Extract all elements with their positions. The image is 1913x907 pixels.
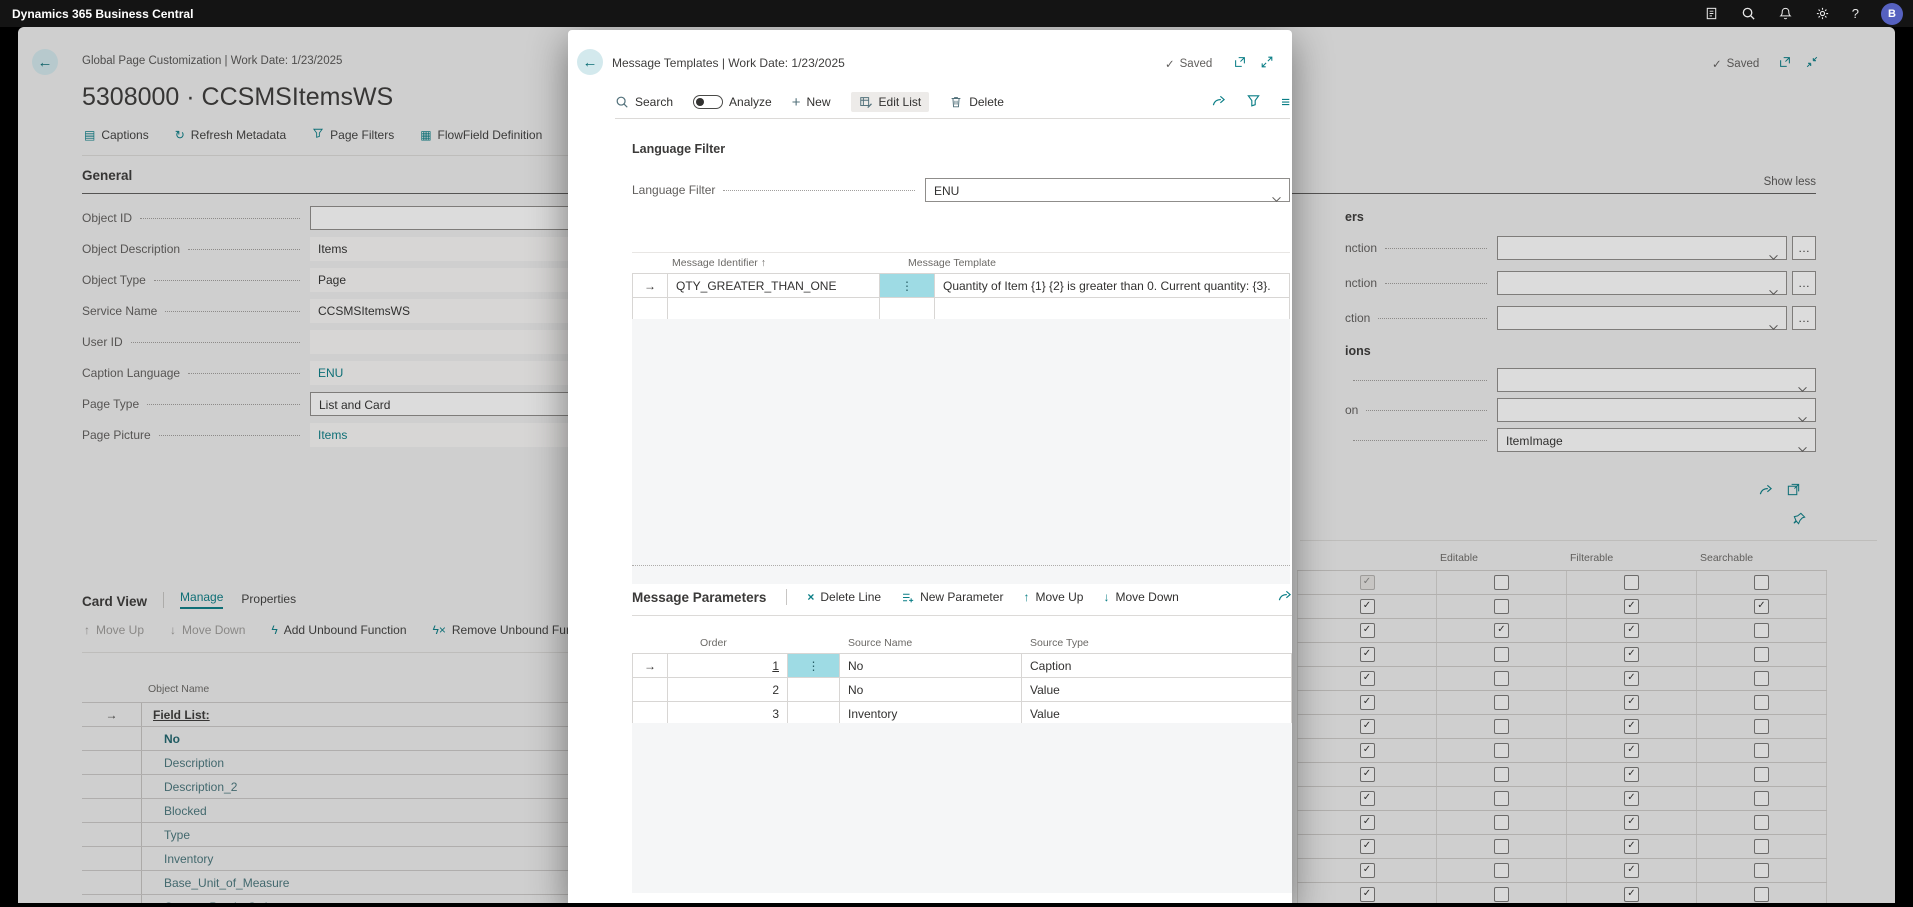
- delete-line-button[interactable]: ×Delete Line: [807, 590, 881, 604]
- list-menu-icon[interactable]: ≡: [1281, 94, 1290, 111]
- message-template-cell[interactable]: [935, 298, 1290, 321]
- notifications-icon[interactable]: [1778, 6, 1793, 21]
- order-cell[interactable]: 1: [668, 654, 788, 677]
- divider: [615, 118, 1290, 119]
- source-name-cell[interactable]: Inventory: [840, 702, 1022, 725]
- arrow-down-icon: ↓: [1103, 590, 1109, 604]
- chevron-down-icon: [1271, 187, 1282, 211]
- source-type-column-header[interactable]: Source Type: [1030, 637, 1089, 649]
- search-icon[interactable]: [1741, 6, 1756, 21]
- delete-line-icon: ×: [807, 590, 814, 604]
- empty-grid-area: [632, 723, 1292, 893]
- divider: [632, 252, 1290, 253]
- screen: Dynamics 365 Business Central ? B ← Glob…: [0, 0, 1913, 907]
- language-filter-section: Language Filter: [632, 142, 725, 156]
- source-name-column-header[interactable]: Source Name: [848, 637, 912, 649]
- message-identifier-column-header[interactable]: Message Identifier ↑: [672, 257, 766, 269]
- row-menu-cell[interactable]: ⋮: [788, 654, 840, 677]
- app-top-bar: Dynamics 365 Business Central ? B: [0, 0, 1913, 27]
- row-menu-cell[interactable]: [880, 298, 935, 321]
- row-menu-cell[interactable]: [788, 678, 840, 701]
- message-template-cell[interactable]: Quantity of Item {1} {2} is greater than…: [935, 274, 1290, 297]
- message-templates-dialog: ← Message Templates | Work Date: 1/23/20…: [568, 30, 1292, 907]
- order-cell[interactable]: 2: [668, 678, 788, 701]
- message-identifier-cell[interactable]: [668, 298, 880, 321]
- share-icon[interactable]: [1277, 588, 1292, 606]
- message-template-column-header[interactable]: Message Template: [908, 257, 996, 269]
- new-parameter-button[interactable]: New Parameter: [901, 590, 1003, 604]
- source-type-cell[interactable]: Caption: [1022, 654, 1292, 677]
- edit-list-button[interactable]: Edit List: [851, 92, 930, 112]
- language-filter-dropdown[interactable]: ENU: [925, 178, 1290, 202]
- frame-edge: [1895, 27, 1913, 907]
- trash-icon: [949, 95, 963, 109]
- share-icon[interactable]: [1211, 93, 1226, 111]
- filter-icon[interactable]: [1246, 93, 1261, 111]
- analyze-toggle[interactable]: Analyze: [693, 95, 772, 109]
- dialog-title: Message Templates | Work Date: 1/23/2025: [612, 56, 845, 70]
- avatar[interactable]: B: [1881, 3, 1903, 25]
- expand-icon[interactable]: [1260, 55, 1274, 72]
- divider: [786, 589, 787, 605]
- fasttab-separator[interactable]: [632, 565, 1290, 566]
- check-icon: ✓: [1165, 57, 1175, 71]
- source-name-cell[interactable]: No: [840, 654, 1022, 677]
- settings-gear-icon[interactable]: [1815, 6, 1830, 21]
- plus-icon: +: [792, 94, 801, 111]
- param-move-down-button[interactable]: ↓Move Down: [1103, 590, 1178, 604]
- table-row[interactable]: 2 No Value: [632, 678, 1292, 702]
- param-move-up-button[interactable]: ↑Move Up: [1023, 590, 1083, 604]
- search-button[interactable]: Search: [615, 95, 673, 109]
- frame-edge: [0, 903, 1913, 907]
- help-icon[interactable]: ?: [1852, 6, 1859, 21]
- frame-edge: [0, 27, 18, 907]
- toggle-switch-icon: [693, 95, 723, 109]
- row-indicator-icon: →: [644, 659, 656, 673]
- kebab-menu-icon: ⋮: [901, 279, 913, 293]
- delete-button[interactable]: Delete: [949, 95, 1004, 109]
- kebab-menu-icon: ⋮: [808, 659, 820, 673]
- source-name-cell[interactable]: No: [840, 678, 1022, 701]
- table-row[interactable]: → 1 ⋮ No Caption: [632, 653, 1292, 678]
- topbar-icons: ? B: [1704, 3, 1903, 25]
- language-filter-field: Language Filter ENU: [632, 178, 1290, 202]
- order-cell[interactable]: 3: [668, 702, 788, 725]
- row-menu-cell[interactable]: [788, 702, 840, 725]
- message-identifier-cell[interactable]: QTY_GREATER_THAN_ONE: [668, 274, 880, 297]
- feedback-icon[interactable]: [1704, 6, 1719, 21]
- message-parameters-heading[interactable]: Message Parameters: [632, 590, 766, 605]
- edit-list-icon: [859, 95, 873, 109]
- divider: [632, 615, 1292, 616]
- dialog-toolbar: Search Analyze +New Edit List Delete ≡: [615, 92, 1290, 112]
- dialog-saved-indicator: ✓Saved: [1165, 55, 1274, 72]
- message-parameters-table: → 1 ⋮ No Caption 2 No Value 3 Inventory …: [632, 653, 1292, 726]
- order-column-header[interactable]: Order: [700, 637, 727, 649]
- app-title: Dynamics 365 Business Central: [12, 7, 193, 21]
- message-templates-table: → QTY_GREATER_THAN_ONE ⋮ Quantity of Ite…: [632, 273, 1290, 322]
- source-type-cell[interactable]: Value: [1022, 702, 1292, 725]
- empty-grid-area: [632, 319, 1290, 584]
- message-parameters-toolbar: Message Parameters ×Delete Line New Para…: [632, 588, 1292, 606]
- search-icon: [615, 95, 629, 109]
- row-menu-cell[interactable]: ⋮: [880, 274, 935, 297]
- popout-icon[interactable]: [1233, 55, 1247, 72]
- table-row[interactable]: → QTY_GREATER_THAN_ONE ⋮ Quantity of Ite…: [632, 273, 1290, 298]
- new-button[interactable]: +New: [792, 94, 831, 111]
- arrow-up-icon: ↑: [1023, 590, 1029, 604]
- new-parameter-icon: [901, 591, 914, 604]
- source-type-cell[interactable]: Value: [1022, 678, 1292, 701]
- dialog-back-button[interactable]: ←: [577, 49, 603, 75]
- row-indicator-icon: →: [644, 279, 656, 293]
